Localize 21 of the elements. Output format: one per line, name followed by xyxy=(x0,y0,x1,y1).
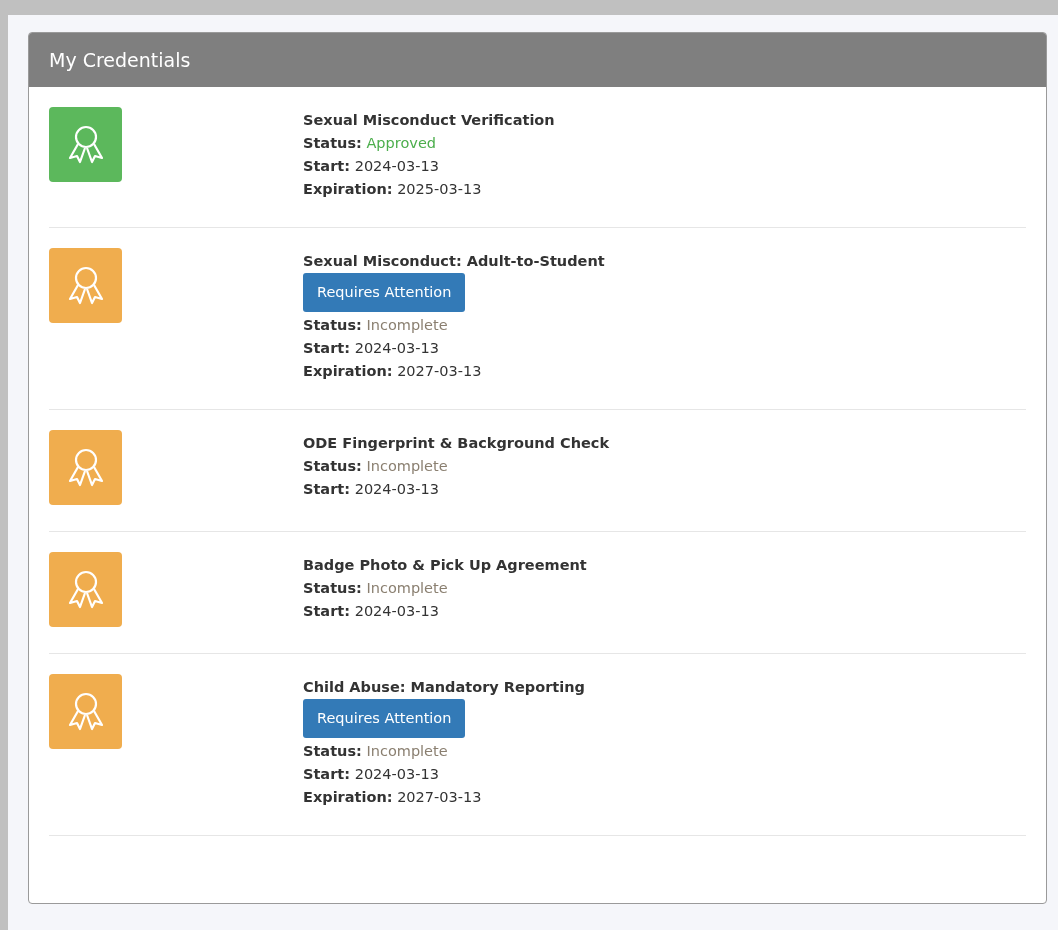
credential-title: Sexual Misconduct Verification xyxy=(303,111,555,130)
date-line: Expiration: 2027-03-13 xyxy=(303,362,483,381)
status-line: Status: Approved xyxy=(303,134,437,153)
date-line: Start: 2024-03-13 xyxy=(303,765,440,784)
requires-attention-button[interactable]: Requires Attention xyxy=(303,273,466,312)
date-line: Expiration: 2027-03-13 xyxy=(303,788,483,807)
panel-title: My Credentials xyxy=(49,47,191,73)
credential-title: Badge Photo & Pick Up Agreement xyxy=(303,556,587,575)
credential-title: Child Abuse: Mandatory Reporting xyxy=(303,678,585,697)
status-line: Status: Incomplete xyxy=(303,579,449,598)
status-line: Status: Incomplete xyxy=(303,457,449,476)
status-line: Status: Incomplete xyxy=(303,316,449,335)
date-line: Expiration: 2025-03-13 xyxy=(303,180,483,199)
date-line: Start: 2024-03-13 xyxy=(303,339,440,358)
date-line: Start: 2024-03-13 xyxy=(303,157,440,176)
credential-title: ODE Fingerprint & Background Check xyxy=(303,434,610,453)
date-line: Start: 2024-03-13 xyxy=(303,602,440,621)
status-line: Status: Incomplete xyxy=(303,742,449,761)
date-line: Start: 2024-03-13 xyxy=(303,480,440,499)
requires-attention-button[interactable]: Requires Attention xyxy=(303,699,466,738)
credential-title: Sexual Misconduct: Adult-to-Student xyxy=(303,252,605,271)
